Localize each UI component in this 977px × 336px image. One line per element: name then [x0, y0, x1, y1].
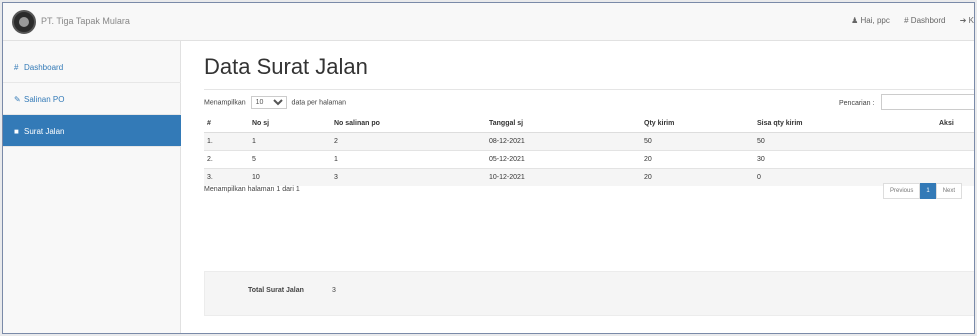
page-title: Data Surat Jalan: [204, 54, 368, 79]
cell-tanggal-sj: 05-12-2021: [486, 149, 641, 168]
user-icon: ♟: [851, 16, 859, 25]
pagination-previous-button[interactable]: Previous: [883, 183, 921, 199]
surat-jalan-table: # No sj No salinan po Tanggal sj Qty kir…: [204, 115, 974, 186]
cell-tanggal-sj: 08-12-2021: [486, 131, 641, 150]
pagination-next-button[interactable]: Next: [935, 183, 963, 199]
sidebar-item-label: Salinan PO: [24, 95, 65, 104]
summary-label: Total Surat Jalan: [248, 287, 304, 294]
summary-value: 3: [332, 287, 336, 294]
cell-qty-kirim: 50: [641, 131, 754, 150]
column-header-sisa-qty-kirim[interactable]: Sisa qty kirim: [754, 115, 894, 133]
cell-no-sj: 10: [249, 167, 331, 186]
column-header-no-sj[interactable]: No sj: [249, 115, 331, 133]
column-header-number[interactable]: #: [204, 115, 249, 133]
main-content: Data Surat Jalan Menampilkan 10 data per…: [181, 41, 974, 333]
column-header-no-salinan-po[interactable]: No salinan po: [331, 115, 486, 133]
app-frame: PT. Tiga Tapak Mulara ♟ Hai, ppc # Dashb…: [2, 2, 975, 334]
cell-no-salinan-po: 2: [331, 131, 486, 150]
title-divider: [204, 89, 974, 90]
page-length-suffix: data per halaman: [291, 99, 347, 107]
user-label: Hai, ppc: [860, 16, 890, 25]
column-header-aksi: Aksi: [894, 115, 974, 133]
pagination: Previous 1 Next: [883, 183, 963, 199]
dashboard-link[interactable]: # Dashbord: [904, 16, 945, 25]
cell-qty-kirim: 20: [641, 167, 754, 186]
page-length-control: Menampilkan 10 data per halaman: [204, 96, 346, 109]
cell-no-sj: 5: [249, 149, 331, 168]
column-header-qty-kirim[interactable]: Qty kirim: [641, 115, 754, 133]
cell-no-salinan-po: 3: [331, 167, 486, 186]
cell-no-sj: 1: [249, 131, 331, 150]
sidebar-item-label: Dashboard: [24, 63, 64, 72]
search-label: Pencarian :: [839, 100, 875, 107]
column-header-tanggal-sj[interactable]: Tanggal sj: [486, 115, 641, 133]
search-input[interactable]: [881, 94, 974, 110]
edit-icon: ✎: [14, 95, 21, 104]
page-length-prefix: Menampilkan: [204, 99, 246, 107]
cell-tanggal-sj: 10-12-2021: [486, 167, 641, 186]
table-row: 3. 10 3 10-12-2021 20 0 +: [204, 167, 974, 186]
table-info: Menampilkan halaman 1 dari 1: [204, 186, 300, 193]
summary-panel: Total Surat Jalan 3: [204, 271, 974, 316]
brand-name[interactable]: PT. Tiga Tapak Mulara: [41, 16, 130, 26]
logout-link-label: K: [968, 16, 974, 25]
page-length-select[interactable]: 10: [250, 96, 287, 109]
document-icon: ■: [14, 127, 19, 136]
cell-sisa-qty-kirim: 50: [754, 131, 894, 150]
cell-number: 2.: [204, 149, 249, 168]
user-menu[interactable]: ♟ Hai, ppc: [851, 16, 890, 25]
sidebar-item-label: Surat Jalan: [24, 127, 65, 136]
cell-number: 1.: [204, 131, 249, 150]
sidebar-item-surat-jalan[interactable]: ■ Surat Jalan: [3, 115, 181, 147]
cell-sisa-qty-kirim: 30: [754, 149, 894, 168]
sidebar: # Dashboard ✎ Salinan PO ■ Surat Jalan: [3, 41, 181, 333]
sidebar-item-salinan-po[interactable]: ✎ Salinan PO: [3, 83, 181, 115]
cell-number: 3.: [204, 167, 249, 186]
sidebar-item-dashboard[interactable]: # Dashboard: [3, 51, 181, 83]
cell-no-salinan-po: 1: [331, 149, 486, 168]
pagination-page-button[interactable]: 1: [920, 183, 936, 199]
dashboard-icon: #: [14, 63, 19, 72]
company-logo[interactable]: [12, 10, 36, 34]
cell-sisa-qty-kirim: 0: [754, 167, 894, 186]
top-navbar: PT. Tiga Tapak Mulara ♟ Hai, ppc # Dashb…: [3, 3, 974, 41]
table-header-row: # No sj No salinan po Tanggal sj Qty kir…: [204, 115, 974, 133]
navbar-links: ♟ Hai, ppc # Dashbord ➔ K: [839, 16, 974, 25]
table-row: 1. 1 2 08-12-2021 50 50 +: [204, 131, 974, 150]
cell-aksi: +: [894, 131, 974, 150]
logout-link[interactable]: ➔ K: [960, 16, 974, 25]
table-row: 2. 5 1 05-12-2021 20 30 +: [204, 149, 974, 168]
dashboard-link-label: Dashbord: [910, 16, 946, 25]
logout-icon: ➔: [959, 16, 967, 25]
dashboard-icon: #: [904, 16, 909, 25]
cell-aksi: +: [894, 149, 974, 168]
cell-qty-kirim: 20: [641, 149, 754, 168]
